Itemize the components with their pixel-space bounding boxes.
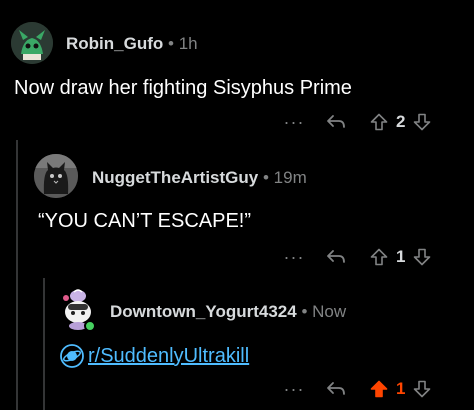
comment-1-avatar[interactable]: [11, 22, 53, 64]
comment-1-timestamp: 1h: [178, 34, 198, 53]
comment-2-author-line: NuggetTheArtistGuy • 19m: [92, 168, 307, 188]
snoo-avatar-icon: [63, 289, 96, 332]
upvote-arrow-filled-icon: [370, 380, 388, 398]
comment-2-actions: ··· 1: [282, 245, 433, 269]
comment-3-author-line: Downtown_Yogurt4324 • Now: [110, 302, 346, 322]
vote-count: 1: [396, 379, 406, 398]
cat-avatar-icon: [34, 154, 78, 198]
reply-button[interactable]: [324, 249, 348, 265]
reply-button[interactable]: [324, 381, 348, 397]
downvote-button[interactable]: [411, 248, 433, 266]
downvote-button[interactable]: [411, 380, 433, 398]
comment-1-actions: ··· 2: [282, 110, 433, 134]
upvote-button-active[interactable]: [368, 380, 390, 398]
planet-icon: [60, 344, 84, 368]
subreddit-link[interactable]: r/SuddenlyUltrakill: [60, 344, 249, 368]
thread-line-level-2: [43, 278, 45, 410]
comment-1-text: Now draw her fighting Sisyphus Prime: [14, 77, 352, 99]
upvote-button[interactable]: [368, 248, 390, 266]
downvote-arrow-icon: [414, 380, 431, 398]
green-creature-avatar-icon: [11, 22, 53, 64]
vote-count: 1: [396, 247, 406, 266]
more-options-button[interactable]: ···: [282, 379, 306, 400]
upvote-arrow-icon: [370, 113, 388, 131]
reply-icon: [327, 115, 345, 128]
subreddit-link-text[interactable]: r/SuddenlyUltrakill: [88, 345, 249, 368]
thread-line-level-1: [16, 140, 18, 410]
comment-1-separator: •: [168, 34, 174, 53]
downvote-arrow-icon: [414, 248, 431, 266]
comment-1-author-line: Robin_Gufo • 1h: [66, 34, 198, 54]
reply-button[interactable]: [324, 114, 348, 130]
upvote-button[interactable]: [368, 113, 390, 131]
comment-3-author[interactable]: Downtown_Yogurt4324: [110, 302, 297, 321]
upvote-arrow-icon: [370, 248, 388, 266]
comment-2-timestamp: 19m: [273, 168, 307, 187]
comment-2-separator: •: [262, 168, 269, 187]
more-options-button[interactable]: ···: [282, 247, 306, 268]
comment-2-author[interactable]: NuggetTheArtistGuy: [92, 168, 258, 187]
comment-3-separator: •: [301, 302, 308, 321]
comment-3-timestamp: Now: [312, 302, 347, 321]
more-options-button[interactable]: ···: [282, 112, 306, 133]
downvote-button[interactable]: [411, 113, 433, 131]
vote-count: 2: [396, 112, 406, 131]
comment-3-actions: ··· 1: [282, 377, 433, 401]
reply-icon: [327, 250, 345, 263]
downvote-arrow-icon: [414, 113, 431, 131]
comment-2-avatar[interactable]: [34, 154, 78, 198]
reply-icon: [327, 382, 345, 395]
comment-1-author[interactable]: Robin_Gufo: [66, 34, 163, 53]
comment-3-avatar[interactable]: [56, 286, 100, 332]
comment-2-text: “YOU CAN’T ESCAPE!”: [38, 210, 251, 232]
